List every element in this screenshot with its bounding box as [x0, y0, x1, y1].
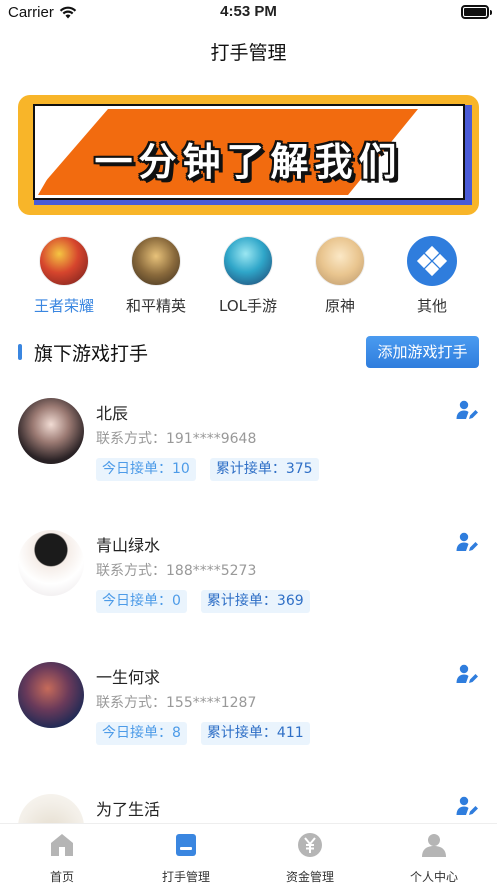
- player-name: 北辰: [96, 404, 129, 423]
- tab-label: 资金管理: [285, 870, 334, 883]
- status-time: 4:53 PM: [220, 3, 277, 20]
- game-label: 原神: [324, 297, 355, 315]
- avatar: [18, 530, 84, 596]
- total-orders-badge: 累计接单：411: [200, 722, 310, 745]
- battery-icon: [461, 5, 492, 19]
- bottom-tab-bar: 首页 打手管理 资金管理 个人中心: [0, 823, 497, 883]
- edit-user-icon[interactable]: [455, 530, 479, 554]
- section-header: 旗下游戏打手 添加游戏打手: [0, 336, 497, 370]
- tab-label: 打手管理: [161, 870, 210, 883]
- player-contact: 联系方式：188****5273: [96, 563, 257, 579]
- profile-icon: [422, 834, 446, 857]
- game-item-honor-of-kings[interactable]: 王者荣耀: [19, 236, 109, 316]
- today-orders-badge: 今日接单：0: [96, 590, 187, 613]
- player-manage-icon: [176, 834, 196, 856]
- player-card[interactable]: 一生何求 联系方式：155****1287 今日接单：8 累计接单：411: [0, 662, 497, 782]
- section-title: 旗下游戏打手: [34, 343, 149, 365]
- other-games-icon: [407, 236, 457, 286]
- game-item-other[interactable]: 其他: [387, 236, 477, 316]
- yuan-icon: [298, 833, 322, 857]
- today-orders-badge: 今日接单：8: [96, 722, 187, 745]
- today-orders-badge: 今日接单：10: [96, 458, 196, 481]
- player-name: 一生何求: [96, 668, 161, 687]
- total-orders-badge: 累计接单：375: [209, 458, 319, 481]
- tab-label: 个人中心: [409, 870, 458, 883]
- player-card[interactable]: 北辰 联系方式：191****9648 今日接单：10 累计接单：375: [0, 398, 497, 518]
- add-player-button[interactable]: 添加游戏打手: [366, 336, 479, 368]
- status-bar: Carrier 4:53 PM: [0, 0, 497, 26]
- player-name: 青山绿水: [96, 536, 161, 555]
- edit-user-icon[interactable]: [455, 794, 479, 818]
- honor-of-kings-avatar: [39, 236, 89, 286]
- player-card[interactable]: 青山绿水 联系方式：188****5273 今日接单：0 累计接单：369: [0, 530, 497, 650]
- section-accent-bar: [18, 344, 22, 360]
- player-contact: 联系方式：191****9648: [96, 431, 257, 447]
- promo-banner[interactable]: 一分钟了解我们: [18, 95, 479, 215]
- tab-profile[interactable]: 个人中心: [372, 832, 496, 883]
- game-item-lol-mobile[interactable]: LOL手游: [203, 236, 293, 316]
- banner-text: 一分钟了解我们: [94, 140, 403, 184]
- player-contact: 联系方式：155****1287: [96, 695, 257, 711]
- avatar: [18, 662, 84, 728]
- peacekeeper-elite-avatar: [131, 236, 181, 286]
- lol-mobile-avatar: [223, 236, 273, 286]
- game-item-genshin[interactable]: 原神: [295, 236, 385, 316]
- tab-player-manage[interactable]: 打手管理: [124, 832, 248, 883]
- game-item-peacekeeper-elite[interactable]: 和平精英: [111, 236, 201, 316]
- page-title: 打手管理: [210, 42, 287, 64]
- genshin-avatar: [315, 236, 365, 286]
- tab-label: 首页: [49, 870, 74, 883]
- home-icon: [51, 834, 73, 856]
- player-stats: 今日接单：0 累计接单：369: [96, 590, 310, 613]
- game-label: LOL手游: [219, 297, 277, 315]
- avatar: [18, 398, 84, 464]
- total-orders-badge: 累计接单：369: [200, 590, 310, 613]
- game-label: 和平精英: [125, 297, 186, 315]
- game-category-row: 王者荣耀 和平精英 LOL手游 原神 其他: [0, 236, 497, 320]
- edit-user-icon[interactable]: [455, 398, 479, 422]
- player-stats: 今日接单：8 累计接单：411: [96, 722, 310, 745]
- game-label: 王者荣耀: [33, 297, 94, 315]
- edit-user-icon[interactable]: [455, 662, 479, 686]
- player-stats: 今日接单：10 累计接单：375: [96, 458, 319, 481]
- tab-home[interactable]: 首页: [0, 832, 124, 883]
- game-label: 其他: [416, 297, 447, 315]
- player-name: 为了生活: [96, 800, 161, 819]
- tab-funds[interactable]: 资金管理: [248, 832, 372, 883]
